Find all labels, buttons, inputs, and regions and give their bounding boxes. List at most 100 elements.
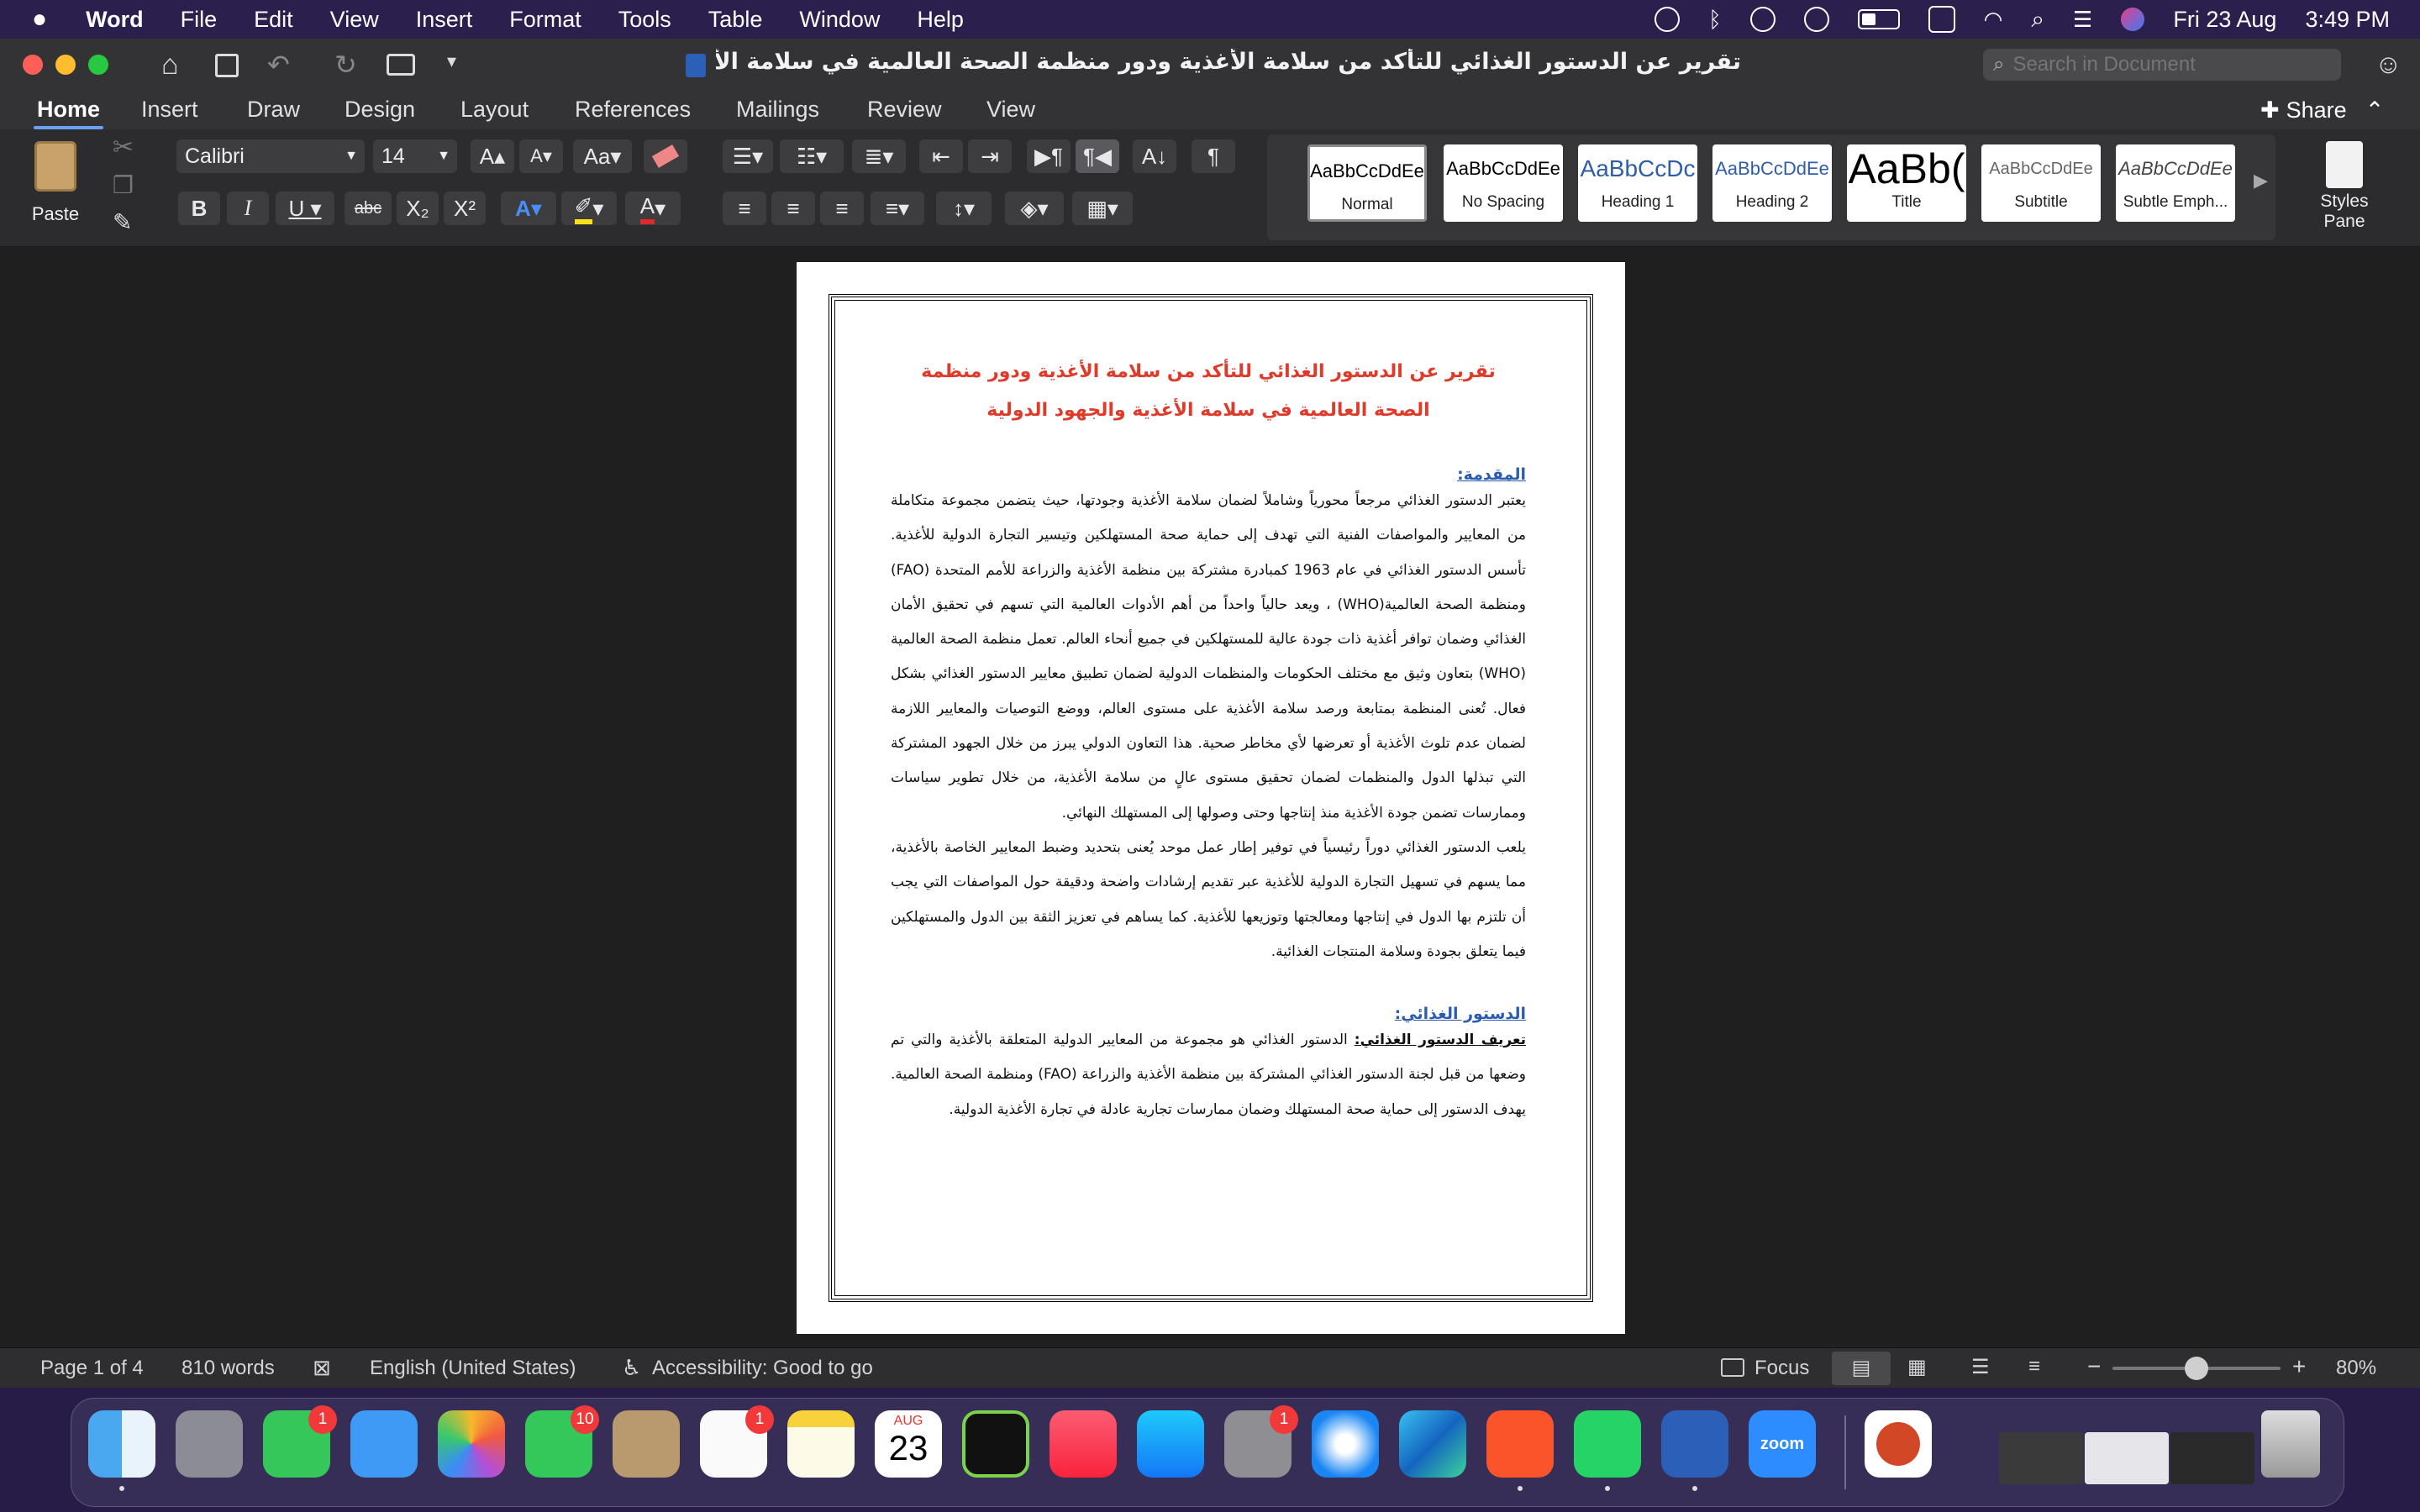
siri-icon[interactable] bbox=[2121, 8, 2145, 31]
dock-powerpoint[interactable] bbox=[1865, 1410, 1932, 1478]
style-title[interactable]: AaBb(Title bbox=[1847, 144, 1966, 222]
rtl-direction-button[interactable]: ¶◀ bbox=[1076, 139, 1119, 173]
user-icon[interactable] bbox=[1803, 7, 1829, 32]
font-color-button[interactable]: A ▾ bbox=[625, 192, 681, 225]
numbering-button[interactable]: ☷▾ bbox=[780, 139, 844, 173]
page-count[interactable]: Page 1 of 4 bbox=[40, 1357, 144, 1380]
close-window-button[interactable] bbox=[23, 55, 43, 75]
zoom-slider-thumb[interactable] bbox=[2185, 1357, 2208, 1380]
superscript-button[interactable]: X² bbox=[444, 192, 486, 225]
decrease-indent-button[interactable]: ⇤ bbox=[919, 139, 963, 173]
tab-review[interactable]: Review bbox=[867, 91, 942, 129]
bullets-button[interactable]: ☰▾ bbox=[723, 139, 773, 173]
dock-notes[interactable] bbox=[787, 1410, 855, 1478]
dock-word[interactable] bbox=[1661, 1410, 1728, 1478]
style-normal[interactable]: AaBbCcDdEe Normal bbox=[1307, 144, 1427, 222]
style-subtle-emphasis[interactable]: AaBbCcDdEe Subtle Emph... bbox=[2116, 144, 2235, 222]
multilevel-list-button[interactable]: ≣▾ bbox=[852, 139, 906, 173]
draft-view-button[interactable]: ≡ bbox=[2028, 1355, 2040, 1378]
copy-icon[interactable]: ❐ bbox=[113, 171, 134, 199]
dock-whatsapp[interactable] bbox=[1574, 1410, 1641, 1478]
language-status[interactable]: English (United States) bbox=[370, 1357, 576, 1380]
dock-app-store[interactable] bbox=[1137, 1410, 1204, 1478]
dock-zoom[interactable]: zoom bbox=[1749, 1410, 1816, 1478]
dock-music[interactable] bbox=[1050, 1410, 1117, 1478]
control-center-icon[interactable]: ☰ bbox=[2073, 7, 2092, 33]
share-button[interactable]: ✚ Share ⌃ bbox=[2260, 91, 2384, 129]
dock-recent-window-3[interactable] bbox=[2170, 1432, 2254, 1484]
menubar-date[interactable]: Fri 23 Aug bbox=[2173, 7, 2276, 33]
minimize-window-button[interactable] bbox=[55, 55, 76, 75]
styles-next-icon[interactable]: ▶ bbox=[2254, 170, 2268, 192]
tab-insert[interactable]: Insert bbox=[141, 91, 198, 129]
dock-messages[interactable]: 1 bbox=[263, 1405, 337, 1478]
font-name-dropdown[interactable]: Calibri ▼ bbox=[176, 139, 365, 173]
style-heading-2[interactable]: AaBbCcDdEe Heading 2 bbox=[1712, 144, 1832, 222]
menu-view[interactable]: View bbox=[330, 7, 379, 33]
clear-formatting-button[interactable] bbox=[644, 139, 687, 173]
highlight-color-button[interactable]: ✐ ▾ bbox=[561, 192, 617, 225]
dock-contacts[interactable] bbox=[613, 1410, 680, 1478]
menu-help[interactable]: Help bbox=[917, 7, 964, 33]
menu-table[interactable]: Table bbox=[708, 7, 763, 33]
outline-view-button[interactable]: ☰ bbox=[1971, 1355, 1990, 1379]
style-heading-1[interactable]: AaBbCcDc Heading 1 bbox=[1578, 144, 1697, 222]
decrease-font-size-button[interactable]: A▾ bbox=[519, 139, 563, 173]
menu-tools[interactable]: Tools bbox=[618, 7, 671, 33]
battery-icon[interactable] bbox=[1857, 9, 1900, 29]
cut-icon[interactable]: ✂ bbox=[113, 133, 134, 162]
line-spacing-button[interactable]: ↕▾ bbox=[936, 192, 992, 225]
keyboard-input-icon[interactable] bbox=[1928, 6, 1955, 33]
dock-trash[interactable] bbox=[2261, 1410, 2320, 1478]
align-left-button[interactable]: ≡ bbox=[723, 192, 766, 225]
collapse-ribbon-icon[interactable]: ⌃ bbox=[2365, 97, 2385, 123]
italic-button[interactable]: I bbox=[227, 192, 269, 225]
dock-finder[interactable] bbox=[88, 1410, 155, 1478]
strikethrough-button[interactable]: abc bbox=[345, 192, 392, 225]
align-center-button[interactable]: ≡ bbox=[771, 192, 815, 225]
change-case-button[interactable]: Aa▾ bbox=[573, 139, 632, 173]
borders-button[interactable]: ▦▾ bbox=[1072, 192, 1133, 225]
dock-photos[interactable] bbox=[438, 1410, 505, 1478]
zoom-in-button[interactable]: + bbox=[2292, 1353, 2306, 1380]
menubar-time[interactable]: 3:49 PM bbox=[2305, 7, 2390, 33]
increase-indent-button[interactable]: ⇥ bbox=[968, 139, 1012, 173]
bluetooth-icon[interactable]: ᛒ bbox=[1708, 7, 1722, 33]
focus-button[interactable]: Focus bbox=[1754, 1357, 1809, 1380]
document-body[interactable]: تقرير عن الدستور الغذائي للتأكد من سلامة… bbox=[891, 353, 1526, 1127]
tab-mailings[interactable]: Mailings bbox=[736, 91, 819, 129]
dock-edge[interactable] bbox=[1399, 1410, 1466, 1478]
tab-draw[interactable]: Draw bbox=[247, 91, 300, 129]
styles-pane-button[interactable]: Styles Pane bbox=[2294, 141, 2395, 232]
dock-arc[interactable] bbox=[962, 1410, 1029, 1478]
proofing-icon[interactable]: ⊠ bbox=[313, 1355, 331, 1381]
zoom-window-button[interactable] bbox=[88, 55, 108, 75]
redo-icon[interactable]: ↻ bbox=[334, 49, 357, 81]
menu-edit[interactable]: Edit bbox=[254, 7, 293, 33]
font-size-dropdown[interactable]: 14 ▼ bbox=[373, 139, 457, 173]
format-painter-icon[interactable]: ✎ bbox=[113, 208, 132, 236]
print-layout-view-button[interactable]: ▤ bbox=[1832, 1352, 1891, 1385]
dock-facetime[interactable]: 10 bbox=[525, 1405, 599, 1478]
dock-launchpad[interactable] bbox=[176, 1410, 243, 1478]
tab-design[interactable]: Design bbox=[345, 91, 415, 129]
search-icon[interactable]: ⌕ bbox=[2031, 6, 2044, 34]
show-formatting-button[interactable]: ¶ bbox=[1192, 139, 1235, 173]
style-subtitle[interactable]: AaBbCcDdEe Subtitle bbox=[1981, 144, 2101, 222]
wifi-icon[interactable]: ◠ bbox=[1984, 7, 2003, 33]
dock-recent-window-2[interactable] bbox=[2085, 1432, 2169, 1484]
dock-calendar[interactable]: AUG 23 bbox=[875, 1410, 942, 1478]
accessibility-icon[interactable]: ♿ bbox=[622, 1355, 641, 1381]
zoom-level[interactable]: 80% bbox=[2336, 1357, 2376, 1380]
status-app-icon[interactable] bbox=[1655, 7, 1681, 32]
subscript-button[interactable]: X₂ bbox=[397, 192, 439, 225]
menu-insert[interactable]: Insert bbox=[416, 7, 473, 33]
undo-icon[interactable]: ↶ bbox=[267, 49, 290, 81]
dock-system-settings[interactable]: 1 bbox=[1224, 1405, 1298, 1478]
shading-button[interactable]: ◈▾ bbox=[1005, 192, 1064, 225]
tab-view[interactable]: View bbox=[986, 91, 1035, 129]
align-right-button[interactable]: ≡ bbox=[820, 192, 864, 225]
search-document-field[interactable]: ⌕ bbox=[1983, 49, 2341, 81]
word-count[interactable]: 810 words bbox=[182, 1357, 275, 1380]
search-document-input[interactable] bbox=[2012, 53, 2316, 76]
